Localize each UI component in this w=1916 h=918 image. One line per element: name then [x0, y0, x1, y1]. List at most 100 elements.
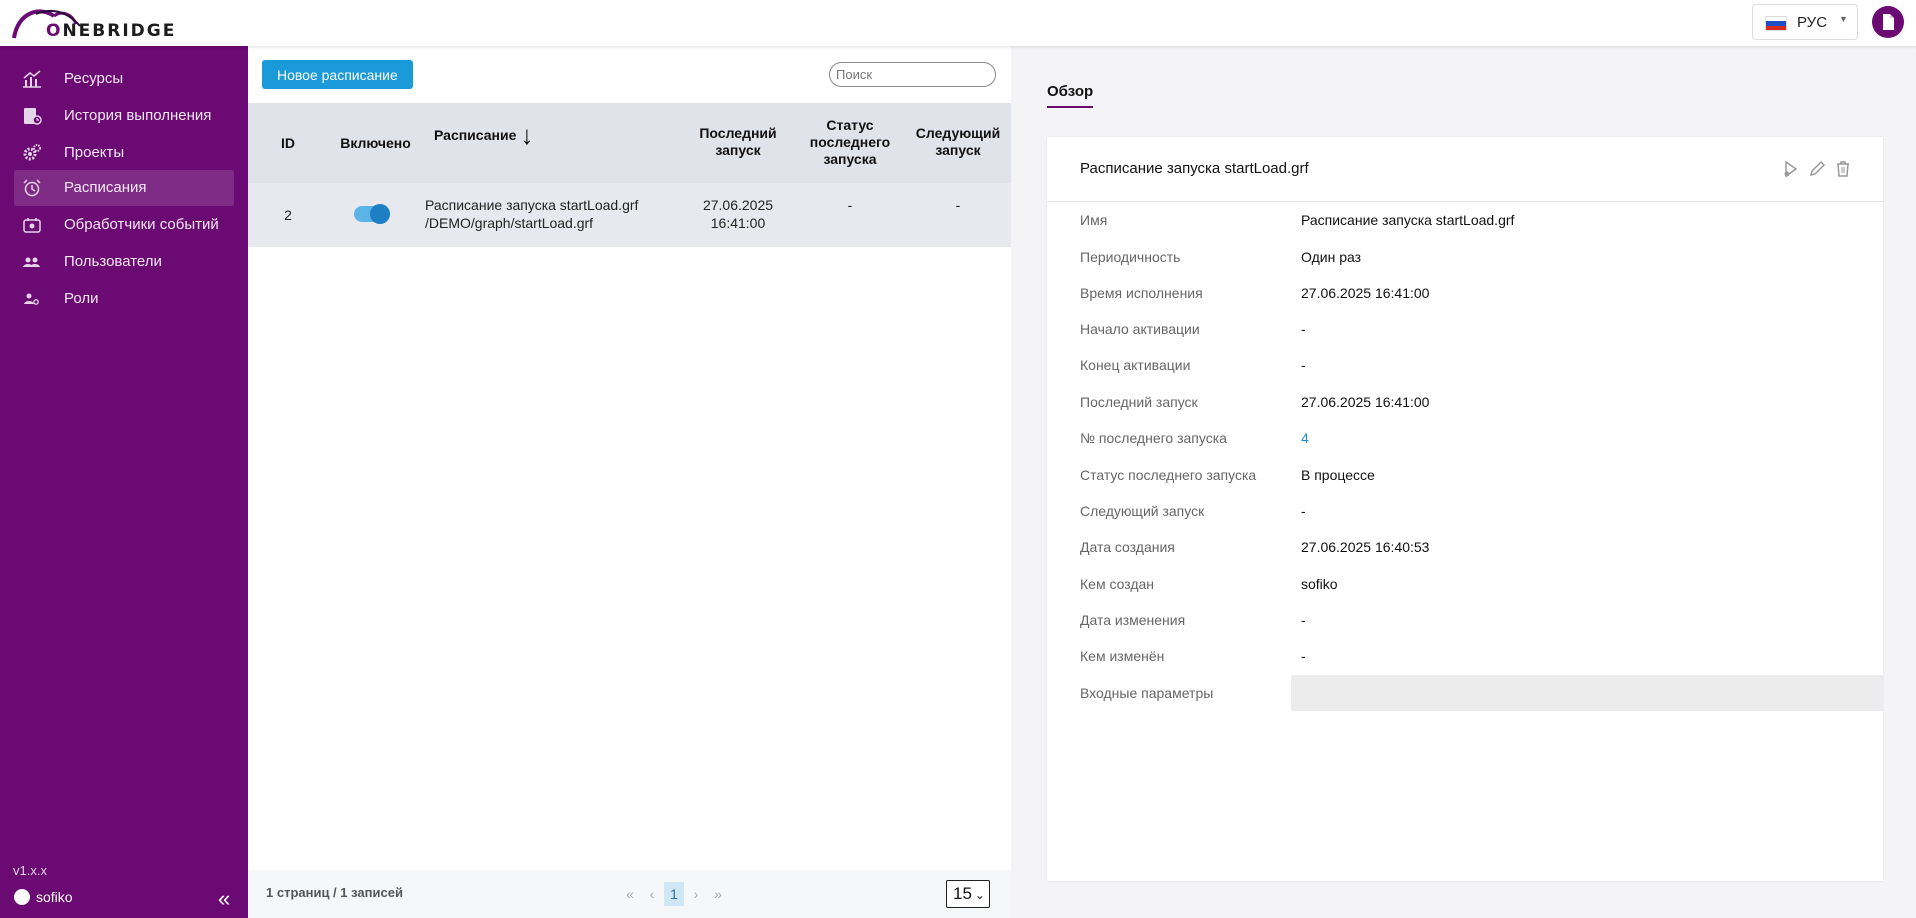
column-header-line: запуск	[715, 142, 761, 158]
field-value-name: Расписание запуска startLoad.grf	[1301, 212, 1515, 228]
last-run-date: 27.06.2025	[702, 197, 774, 213]
schedule-name: Расписание запуска startLoad.grf	[425, 197, 639, 213]
logo-text: ONEBRIDGE	[46, 21, 177, 41]
tab-overview[interactable]: Обзор	[1047, 83, 1094, 108]
sidebar: Ресурсы История выполнения Проекты Распи…	[0, 46, 248, 918]
sidebar-item-label: Обработчики событий	[64, 216, 219, 233]
column-header-next-run[interactable]: Следующий запуск	[908, 125, 1008, 159]
schedule-path: /DEMO/graph/startLoad.grf	[425, 215, 594, 231]
field-label-last-run-number: № последнего запуска	[1080, 430, 1227, 446]
last-run-time: 16:41:00	[710, 215, 766, 231]
sidebar-item-roles[interactable]: Роли	[14, 281, 234, 317]
cell-schedule: Расписание запуска startLoad.grf /DEMO/g…	[425, 196, 638, 232]
column-header-schedule[interactable]: Расписание ↓	[434, 122, 533, 148]
cell-last-run: 27.06.2025 16:41:00	[688, 196, 788, 232]
sidebar-item-label: История выполнения	[64, 107, 212, 124]
sidebar-item-label: Расписания	[64, 179, 147, 196]
gears-icon	[23, 144, 41, 161]
sidebar-item-label: Ресурсы	[64, 70, 124, 87]
field-label-modified-at: Дата изменения	[1080, 612, 1186, 628]
table-row[interactable]: 2 Расписание запуска startLoad.grf /DEMO…	[248, 183, 1011, 247]
table-header: ID Включено Расписание ↓ Последний запуск…	[248, 103, 1011, 183]
sidebar-item-history[interactable]: История выполнения	[14, 98, 234, 134]
column-header-line: Статус	[826, 117, 874, 133]
delete-icon[interactable]	[1833, 159, 1853, 179]
pagination-bar: 1 страниц / 1 записей « ‹ 1 › » 15 ⌄	[248, 870, 1011, 918]
app-version: v1.x.x	[13, 863, 47, 878]
column-header-enabled[interactable]: Включено	[328, 135, 423, 152]
page-size-value: 15	[953, 884, 972, 903]
column-header-line: последнего	[809, 134, 891, 150]
field-value-created-at: 27.06.2025 16:40:53	[1301, 539, 1430, 555]
sidebar-item-users[interactable]: Пользователи	[14, 244, 234, 280]
field-value-activation-start: -	[1301, 321, 1306, 337]
enabled-toggle[interactable]	[354, 204, 390, 224]
flag-stripe-red	[1766, 25, 1786, 30]
column-header-last-run[interactable]: Последний запуск	[688, 125, 788, 159]
field-label-name: Имя	[1080, 212, 1108, 228]
schedule-detail-card: Расписание запуска startLoad.grf Имя Рас…	[1047, 137, 1883, 881]
field-label-periodicity: Периодичность	[1080, 249, 1181, 265]
new-schedule-button[interactable]: Новое расписание	[262, 60, 413, 89]
username: sofiko	[36, 889, 73, 905]
input-params-box	[1291, 675, 1883, 711]
page-1-button[interactable]: 1	[664, 882, 684, 906]
document-icon	[1883, 14, 1894, 30]
field-value-created-by: sofiko	[1301, 576, 1338, 592]
field-value-modified-by: -	[1301, 648, 1306, 664]
field-label-run-time: Время исполнения	[1080, 285, 1203, 301]
sidebar-item-projects[interactable]: Проекты	[14, 135, 234, 171]
field-label-activation-start: Начало активации	[1080, 321, 1200, 337]
field-label-created-by: Кем создан	[1080, 576, 1155, 592]
detail-actions	[1781, 159, 1853, 181]
next-page-button[interactable]: ›	[690, 882, 702, 906]
column-header-last-status[interactable]: Статус последнего запуска	[800, 117, 900, 168]
prev-page-button[interactable]: ‹	[646, 882, 658, 906]
search-input[interactable]	[829, 62, 996, 87]
sidebar-item-label: Пользователи	[64, 253, 162, 270]
event-icon	[23, 218, 41, 233]
divider	[1047, 201, 1883, 202]
sidebar-item-resources[interactable]: Ресурсы	[14, 61, 234, 97]
chart-icon	[23, 70, 41, 88]
column-header-line: Следующий	[915, 125, 1001, 141]
sort-descending-icon: ↓	[520, 120, 534, 150]
cell-next-run: -	[955, 197, 961, 213]
field-value-activation-end: -	[1301, 357, 1306, 373]
field-label-last-run-status: Статус последнего запуска	[1080, 467, 1257, 483]
first-page-button[interactable]: «	[624, 882, 636, 906]
sidebar-item-schedules[interactable]: Расписания	[14, 170, 234, 206]
page-size-select[interactable]: 15 ⌄	[946, 880, 990, 908]
current-user[interactable]: sofiko	[14, 889, 73, 905]
field-label-next-run: Следующий запуск	[1080, 503, 1205, 519]
last-run-number-link[interactable]: 4	[1301, 430, 1309, 446]
field-value-next-run: -	[1301, 503, 1306, 519]
field-value-modified-at: -	[1301, 612, 1306, 628]
field-label-activation-end: Конец активации	[1080, 357, 1191, 373]
column-header-schedule-label: Расписание	[434, 127, 517, 143]
top-bar: ONEBRIDGE РУС ▼	[0, 0, 1916, 46]
run-icon[interactable]	[1781, 159, 1801, 179]
language-selector[interactable]: РУС ▼	[1752, 4, 1858, 40]
collapse-sidebar-icon[interactable]: «	[218, 886, 230, 912]
chevron-down-icon: ⌄	[974, 888, 985, 902]
field-value-last-run: 27.06.2025 16:41:00	[1301, 394, 1430, 410]
column-header-line: Последний	[699, 125, 777, 141]
field-value-run-time: 27.06.2025 16:41:00	[1301, 285, 1430, 301]
field-label-input-params: Входные параметры	[1080, 685, 1214, 701]
caret-down-icon: ▼	[1839, 14, 1848, 24]
sidebar-item-event-handlers[interactable]: Обработчики событий	[14, 207, 234, 243]
history-icon	[24, 108, 42, 125]
last-page-button[interactable]: »	[712, 882, 724, 906]
onebridge-logo[interactable]: ONEBRIDGE	[10, 4, 174, 42]
avatar-icon	[14, 889, 30, 905]
column-header-id[interactable]: ID	[248, 135, 328, 152]
pagination-info: 1 страниц / 1 записей	[266, 885, 403, 900]
field-label-last-run: Последний запуск	[1080, 394, 1198, 410]
edit-icon[interactable]	[1807, 159, 1827, 179]
field-value-last-run-status: В процессе	[1301, 467, 1375, 483]
russia-flag-icon	[1765, 16, 1787, 31]
role-icon	[24, 293, 39, 305]
document-button[interactable]	[1872, 6, 1904, 38]
field-value-periodicity: Один раз	[1301, 249, 1362, 265]
